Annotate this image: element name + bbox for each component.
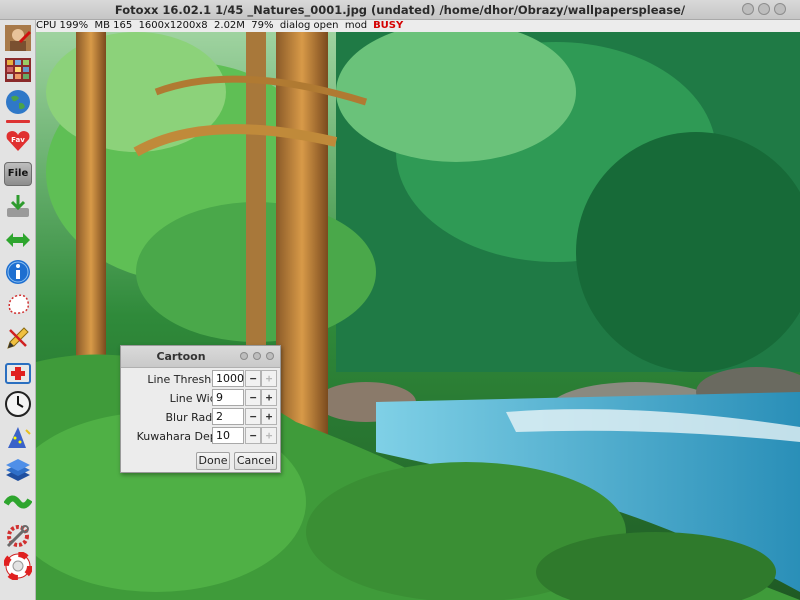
close-button[interactable] (774, 3, 786, 15)
line-threshold-input[interactable]: 1000 (212, 370, 244, 387)
blur-radius-row: Blur Radius 2 − + (121, 408, 280, 426)
dialog-title: Cartoon (156, 350, 206, 363)
line-threshold-decrement-button[interactable]: − (245, 370, 261, 387)
repair-kit-icon[interactable] (4, 358, 32, 386)
minimize-button[interactable] (742, 3, 754, 15)
dialog-minimize-button[interactable] (240, 352, 248, 360)
window-titlebar[interactable]: Fotoxx 16.02.1 1/45 _Natures_0001.jpg (u… (0, 0, 800, 20)
dialog-close-button[interactable] (266, 352, 274, 360)
favorites-label: Fav (11, 136, 25, 144)
status-bar: CPU 199% MB 165 1600x1200x8 2.02M 79% di… (0, 20, 800, 32)
dialog-titlebar[interactable]: Cartoon (121, 346, 280, 368)
line-width-input[interactable]: 9 (212, 389, 244, 406)
line-width-increment-button[interactable]: + (261, 389, 277, 406)
blur-radius-increment-button[interactable]: + (261, 408, 277, 425)
blur-radius-decrement-button[interactable]: − (245, 408, 261, 425)
file-menu-label: File (4, 162, 32, 186)
line-width-decrement-button[interactable]: − (245, 389, 261, 406)
cartoon-image (36, 32, 800, 600)
help-lifebuoy-icon[interactable] (4, 552, 32, 580)
gallery-icon[interactable] (4, 56, 32, 84)
user-avatar-icon[interactable] (4, 24, 32, 52)
select-area-icon[interactable] (4, 290, 32, 318)
dialog-maximize-button[interactable] (253, 352, 261, 360)
left-toolbar: Fav File (0, 20, 36, 600)
line-threshold-row: Line Threshold 1000 − + (121, 370, 280, 388)
maximize-button[interactable] (758, 3, 770, 15)
kuwahara-depth-increment-button[interactable]: + (261, 427, 277, 444)
done-button[interactable]: Done (196, 452, 230, 470)
busy-indicator: BUSY (373, 20, 404, 31)
info-icon[interactable] (4, 258, 32, 286)
edit-pencil-icon[interactable] (4, 324, 32, 352)
file-menu-button[interactable]: File (4, 160, 32, 188)
status-text: CPU 199% MB 165 1600x1200x8 2.02M 79% di… (36, 20, 368, 31)
save-download-icon[interactable] (4, 192, 32, 220)
wizard-effects-icon[interactable] (4, 424, 32, 452)
kuwahara-depth-row: Kuwahara Depth 10 − + (121, 427, 280, 445)
kuwahara-depth-input[interactable]: 10 (212, 427, 244, 444)
image-canvas[interactable] (36, 32, 800, 600)
layers-icon[interactable] (4, 456, 32, 484)
toolbar-separator (6, 120, 30, 123)
globe-icon[interactable] (4, 88, 32, 116)
warp-icon[interactable] (4, 488, 32, 516)
favorites-heart-icon[interactable]: Fav (4, 126, 32, 154)
navigate-arrows-icon[interactable] (4, 226, 32, 254)
tools-icon[interactable] (4, 522, 32, 550)
cartoon-dialog: Cartoon Line Threshold 1000 − + Line Wid… (120, 345, 281, 473)
kuwahara-depth-decrement-button[interactable]: − (245, 427, 261, 444)
cancel-button[interactable]: Cancel (234, 452, 277, 470)
clock-icon[interactable] (4, 390, 32, 418)
window-title: Fotoxx 16.02.1 1/45 _Natures_0001.jpg (u… (114, 3, 686, 17)
line-width-row: Line Width 9 − + (121, 389, 280, 407)
line-threshold-increment-button[interactable]: + (261, 370, 277, 387)
blur-radius-input[interactable]: 2 (212, 408, 244, 425)
